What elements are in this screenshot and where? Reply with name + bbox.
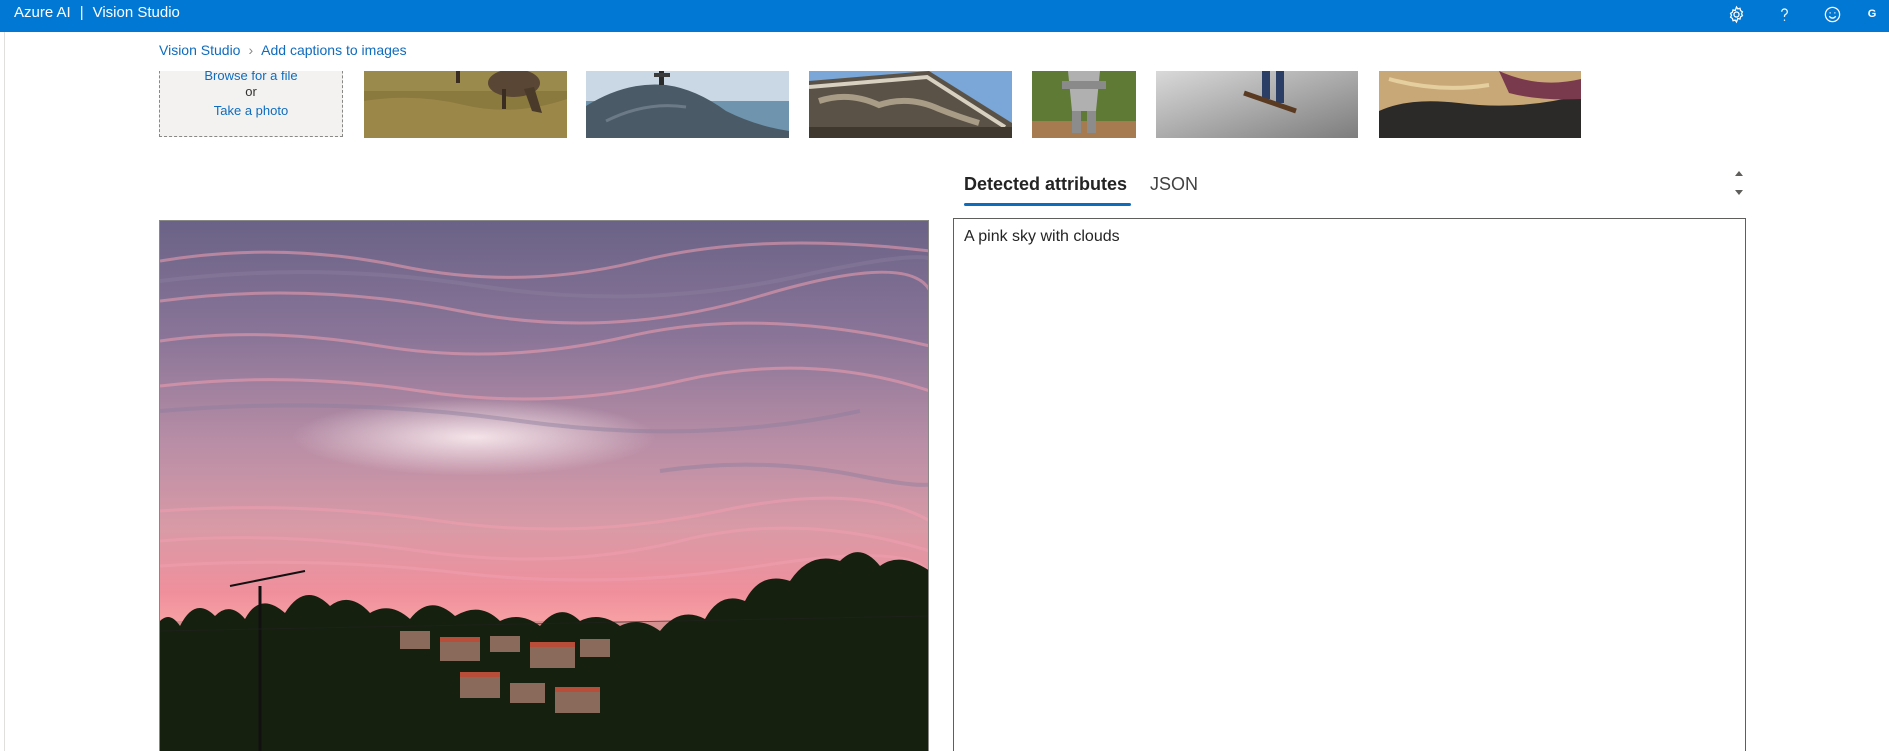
sample-thumb-food[interactable] [1379, 71, 1581, 138]
user-avatar[interactable]: G [1861, 3, 1883, 25]
tab-json[interactable]: JSON [1150, 174, 1198, 195]
selected-image [159, 220, 929, 751]
take-photo-link[interactable]: Take a photo [160, 103, 342, 119]
sample-thumb-coast[interactable] [586, 71, 789, 138]
brand-separator: | [79, 4, 84, 21]
app-title[interactable]: Azure AI | Vision Studio [14, 0, 180, 26]
sample-thumb-skateboard[interactable] [1156, 71, 1358, 138]
sample-thumb-building[interactable] [809, 71, 1012, 138]
breadcrumb: Vision Studio › Add captions to images [159, 42, 407, 58]
feedback-icon[interactable] [1821, 3, 1843, 25]
tab-detected-attributes[interactable]: Detected attributes [964, 174, 1132, 206]
product-name: Vision Studio [92, 4, 180, 21]
left-divider [4, 32, 5, 751]
user-initial: G [1867, 8, 1877, 20]
browse-file-link[interactable]: Browse for a file [160, 71, 342, 84]
brand-name: Azure AI [14, 4, 71, 21]
scroll-arrows[interactable] [1731, 166, 1747, 200]
caption-text: A pink sky with clouds [964, 228, 1120, 245]
upload-or-mid: or [245, 84, 257, 99]
help-icon[interactable] [1773, 3, 1795, 25]
breadcrumb-vision-studio[interactable]: Vision Studio [159, 42, 240, 58]
gear-icon[interactable] [1725, 3, 1747, 25]
upload-dropzone[interactable]: or Browse for a file or Take a photo [159, 71, 343, 137]
top-bar: Azure AI | Vision Studio G [0, 0, 1889, 32]
sample-images-strip: or Browse for a file or Take a photo [0, 71, 1889, 138]
chevron-right-icon: › [248, 42, 254, 58]
breadcrumb-add-captions[interactable]: Add captions to images [261, 42, 407, 58]
sample-thumb-animal[interactable] [364, 71, 567, 138]
sample-thumb-baseball[interactable] [1032, 71, 1136, 138]
detected-attributes-panel: A pink sky with clouds [953, 218, 1746, 751]
